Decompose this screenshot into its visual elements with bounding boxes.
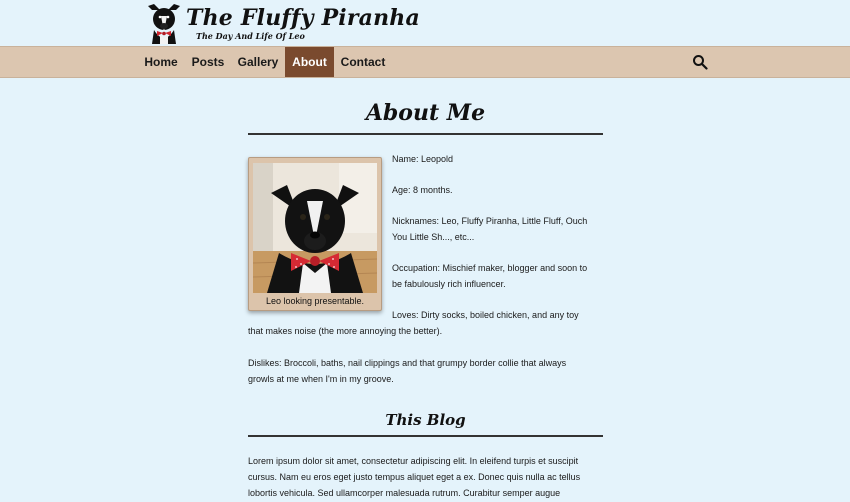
site-tagline: The Day And Life Of Leo — [196, 31, 305, 41]
blog-divider — [248, 435, 603, 437]
nav-contact[interactable]: Contact — [337, 47, 389, 77]
photo-caption: Leo looking presentable. — [265, 296, 365, 306]
blog-section-title: This Blog — [385, 411, 466, 429]
info-occupation-line2: be fabulously rich influencer. — [392, 279, 506, 289]
blog-text-line1: Lorem ipsum dolor sit amet, consectetur … — [248, 456, 579, 466]
blog-text-line2: cursus. Nam eu eros eget justo tempus al… — [248, 472, 581, 482]
info-loves-line1: Loves: Dirty socks, boiled chicken, and … — [392, 310, 579, 320]
info-nicknames-line2: You Little Sh..., etc... — [392, 232, 475, 242]
photo-frame: Leo looking presentable. — [248, 157, 382, 311]
search-icon[interactable] — [692, 54, 708, 70]
nav-posts[interactable]: Posts — [187, 47, 229, 77]
info-nicknames-line1: Nicknames: Leo, Fluffy Piranha, Little F… — [392, 216, 588, 226]
site-title[interactable]: The Fluffy Piranha — [186, 5, 420, 31]
title-divider — [248, 133, 603, 135]
site-header: The Fluffy Piranha The Day And Life Of L… — [0, 0, 850, 46]
nav-about[interactable]: About — [285, 47, 334, 77]
info-age: Age: 8 months. — [392, 185, 453, 195]
blog-text-line3: lobortis vehicula. Sed ullamcorper males… — [248, 488, 561, 498]
nav-home[interactable]: Home — [139, 47, 183, 77]
page-title: About Me — [365, 100, 486, 126]
info-dislikes-line1: Dislikes: Broccoli, baths, nail clipping… — [248, 358, 567, 368]
dog-logo-icon[interactable] — [146, 2, 182, 44]
info-loves-line2: that makes noise (the more annoying the … — [248, 326, 443, 336]
main-nav: Home Posts Gallery About Contact — [0, 46, 850, 78]
leo-photo[interactable] — [253, 163, 377, 293]
info-occupation-line1: Occupation: Mischief maker, blogger and … — [392, 263, 588, 273]
info-dislikes-line2: growls at me when I'm in my groove. — [248, 374, 394, 384]
nav-gallery[interactable]: Gallery — [233, 47, 283, 77]
info-name: Name: Leopold — [392, 154, 454, 164]
